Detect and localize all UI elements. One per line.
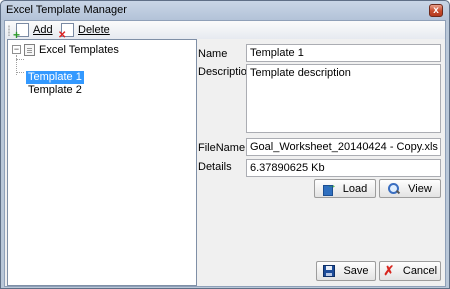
cancel-icon: ✗: [383, 263, 395, 278]
details-field[interactable]: 6.37890625 Kb: [246, 159, 441, 177]
close-icon: x: [433, 5, 439, 16]
view-button-label: View: [408, 182, 432, 195]
add-button[interactable]: Add: [13, 22, 53, 41]
details-label: Details: [198, 161, 232, 173]
filename-field[interactable]: Goal_Worksheet_20140424 - Copy.xls: [246, 138, 441, 156]
load-button[interactable]: Load: [314, 179, 376, 198]
name-label: Name: [198, 48, 228, 60]
window: Excel Template Manager x Add Delete − Ex…: [0, 0, 450, 289]
document-icon: [24, 43, 35, 56]
title-bar[interactable]: Excel Template Manager x: [1, 1, 449, 20]
client-area: Add Delete − Excel Templates Template 1 …: [4, 20, 446, 287]
description-label: Description: [198, 66, 254, 78]
delete-document-icon: [58, 22, 74, 41]
description-field[interactable]: Template description: [246, 64, 441, 133]
close-button[interactable]: x: [429, 4, 443, 17]
tree-item-template-1[interactable]: Template 1: [26, 71, 84, 84]
save-button[interactable]: Save: [316, 261, 376, 281]
tree-root-label: Excel Templates: [39, 43, 119, 56]
tree-connector: [16, 59, 24, 60]
toolbar: Add Delete: [5, 21, 445, 41]
add-button-label: Add: [33, 23, 53, 36]
toolbar-grip[interactable]: [8, 25, 10, 36]
tree-connector: [16, 72, 24, 73]
cancel-button-label: Cancel: [402, 265, 438, 277]
load-button-label: Load: [342, 182, 368, 195]
save-button-label: Save: [343, 265, 369, 277]
filename-label: FileName: [198, 142, 246, 154]
tree-root[interactable]: − Excel Templates: [12, 43, 119, 56]
name-field[interactable]: Template 1: [246, 44, 441, 62]
window-title: Excel Template Manager: [6, 4, 127, 16]
view-button[interactable]: View: [379, 179, 441, 198]
template-tree[interactable]: − Excel Templates Template 1 Template 2: [7, 39, 197, 286]
delete-button[interactable]: Delete: [58, 22, 110, 41]
collapse-icon[interactable]: −: [12, 45, 21, 54]
save-icon: [323, 265, 336, 277]
cancel-button[interactable]: ✗ Cancel: [379, 261, 441, 281]
add-document-icon: [13, 22, 29, 41]
delete-button-label: Delete: [78, 23, 110, 36]
tree-item-template-2[interactable]: Template 2: [26, 84, 84, 97]
load-icon: [322, 180, 337, 196]
magnifier-icon: [388, 182, 400, 195]
